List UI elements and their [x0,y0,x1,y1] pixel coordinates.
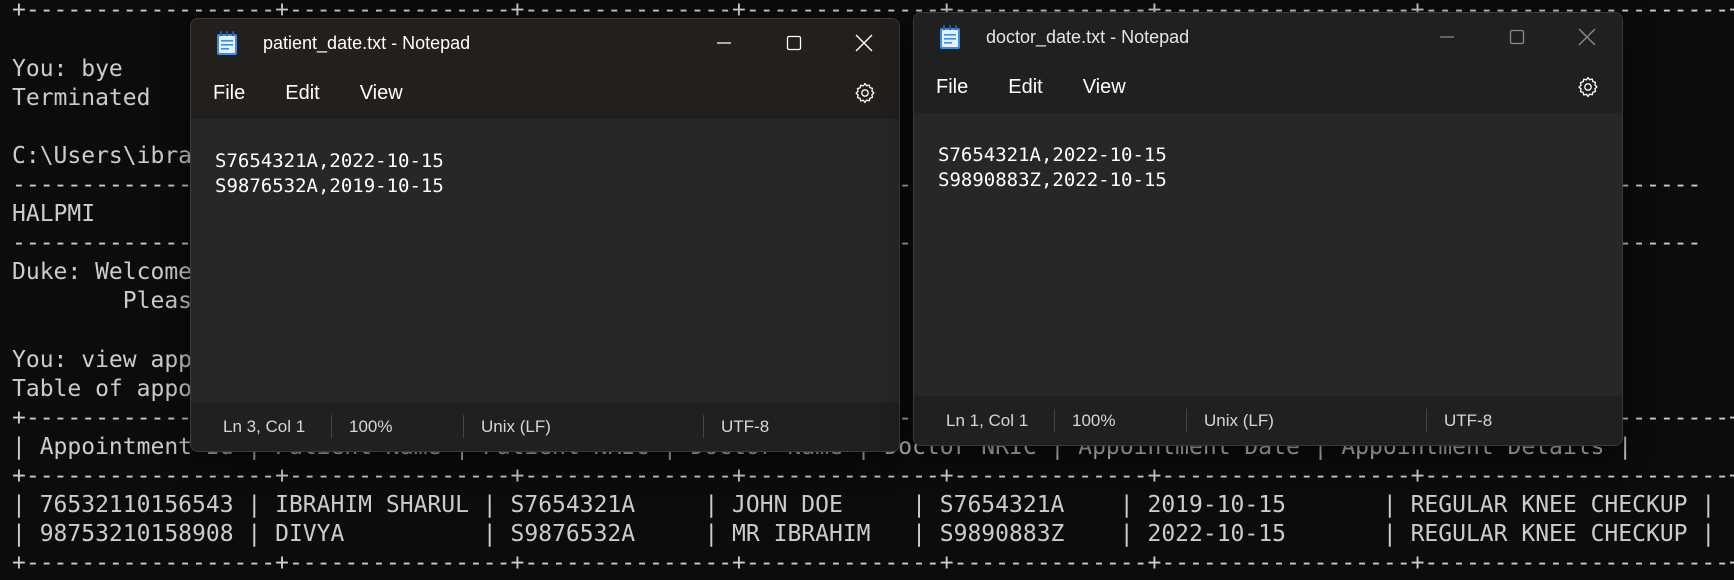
minimize-button[interactable] [1412,13,1482,61]
table-border-line: +------------------+----------------+---… [12,463,1734,489]
text-editor[interactable]: S7654321A,2022-10-15 S9890883Z,2022-10-1… [914,119,1622,396]
close-icon [1578,28,1596,46]
menu-bar: File Edit View [914,61,1622,113]
line-ending: Unix (LF) [463,402,703,451]
settings-button[interactable] [1576,75,1600,99]
text-line: S7654321A,2022-10-15 [215,150,444,172]
terminal-line: Duke: Welcome [12,259,193,285]
encoding: UTF-8 [703,402,883,451]
status-bar: Ln 1, Col 1 100% Unix (LF) UTF-8 [914,396,1622,445]
maximize-icon [1509,29,1525,45]
notepad-icon [213,29,241,57]
table-row: | 76532110156543 | IBRAHIM SHARUL | S765… [12,492,1716,518]
maximize-button[interactable] [1482,13,1552,61]
status-bar: Ln 3, Col 1 100% Unix (LF) UTF-8 [191,402,899,451]
close-icon [855,34,873,52]
zoom-level: 100% [331,402,463,451]
close-button[interactable] [1552,13,1622,61]
terminal-line: Please [12,288,206,314]
settings-button[interactable] [853,81,877,105]
minimize-icon [1440,36,1454,38]
terminal-line: Terminated [12,85,151,111]
table-row: | 98753210158908 | DIVYA | S9876532A | M… [12,521,1716,547]
window-title: patient_date.txt - Notepad [263,32,471,53]
cursor-position: Ln 3, Col 1 [223,416,306,436]
text-line: S9876532A,2019-10-15 [215,175,444,197]
menu-view[interactable]: View [1083,70,1126,105]
line-ending: Unix (LF) [1186,396,1426,445]
notepad-icon [936,23,964,51]
gear-icon [855,82,875,104]
maximize-button[interactable] [759,19,829,67]
cursor-position: Ln 1, Col 1 [946,410,1029,430]
menu-bar: File Edit View [191,67,899,119]
notepad-window-doctor[interactable]: doctor_date.txt - Notepad File Edit View… [913,12,1623,446]
table-border-line: +------------------+----------------+---… [12,550,1734,576]
menu-file[interactable]: File [213,76,245,111]
encoding: UTF-8 [1426,396,1606,445]
gear-icon [1578,76,1598,98]
app-banner: HALPMI [12,201,96,227]
minimize-button[interactable] [689,19,759,67]
menu-file[interactable]: File [936,70,968,105]
title-bar[interactable]: patient_date.txt - Notepad [191,19,899,67]
text-editor[interactable]: S7654321A,2022-10-15 S9876532A,2019-10-1… [191,125,899,402]
text-line: S9890883Z,2022-10-15 [938,169,1167,191]
close-button[interactable] [829,19,899,67]
menu-view[interactable]: View [360,76,403,111]
window-title: doctor_date.txt - Notepad [986,26,1190,47]
notepad-window-patient[interactable]: patient_date.txt - Notepad File Edit Vie… [190,18,900,452]
maximize-icon [786,35,802,51]
menu-edit[interactable]: Edit [285,76,319,111]
menu-edit[interactable]: Edit [1008,70,1042,105]
minimize-icon [717,42,731,44]
text-line: S7654321A,2022-10-15 [938,144,1167,166]
terminal-line: You: bye [12,56,123,82]
zoom-level: 100% [1054,396,1186,445]
title-bar[interactable]: doctor_date.txt - Notepad [914,13,1622,61]
